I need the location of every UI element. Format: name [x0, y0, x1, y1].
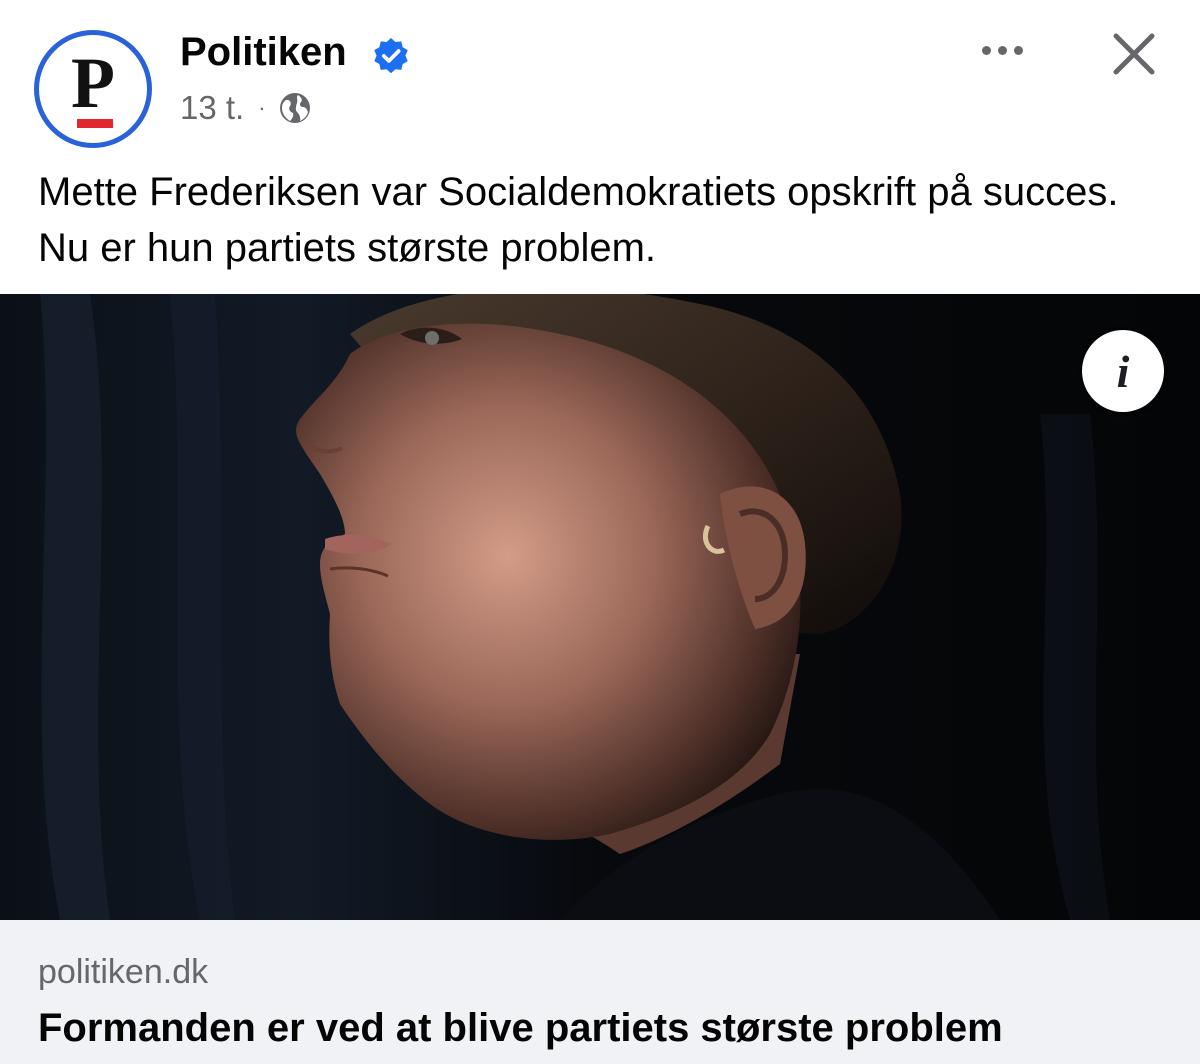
more-dot: [1013, 45, 1023, 55]
meta-separator: ·: [258, 95, 266, 120]
link-title: Formanden er ved at blive partiets størs…: [38, 1006, 1003, 1050]
avatar-logo-bar: [77, 119, 113, 128]
page-avatar[interactable]: P: [34, 30, 152, 148]
post-card: P Politiken 13 t. · Mette Frederiksen va…: [0, 0, 1200, 1064]
more-options-button[interactable]: [972, 32, 1032, 68]
post-meta: 13 t. ·: [180, 86, 312, 130]
post-image[interactable]: [0, 294, 1200, 920]
portrait-photo: [0, 294, 1200, 920]
close-icon[interactable]: [1108, 28, 1160, 80]
more-dot: [981, 45, 991, 55]
more-dot: [997, 45, 1007, 55]
globe-icon: [279, 93, 310, 123]
info-icon[interactable]: i: [1082, 330, 1164, 412]
verified-badge-icon: [374, 37, 408, 74]
link-preview[interactable]: politiken.dk Formanden er ved at blive p…: [0, 920, 1200, 1064]
post-timestamp[interactable]: 13 t.: [180, 89, 244, 127]
post-caption: Mette Frederiksen var Socialdemokratiets…: [38, 170, 1119, 270]
page-name-link[interactable]: Politiken: [180, 26, 347, 78]
link-domain: politiken.dk: [38, 953, 209, 991]
avatar-logo-letter: P: [71, 43, 115, 123]
